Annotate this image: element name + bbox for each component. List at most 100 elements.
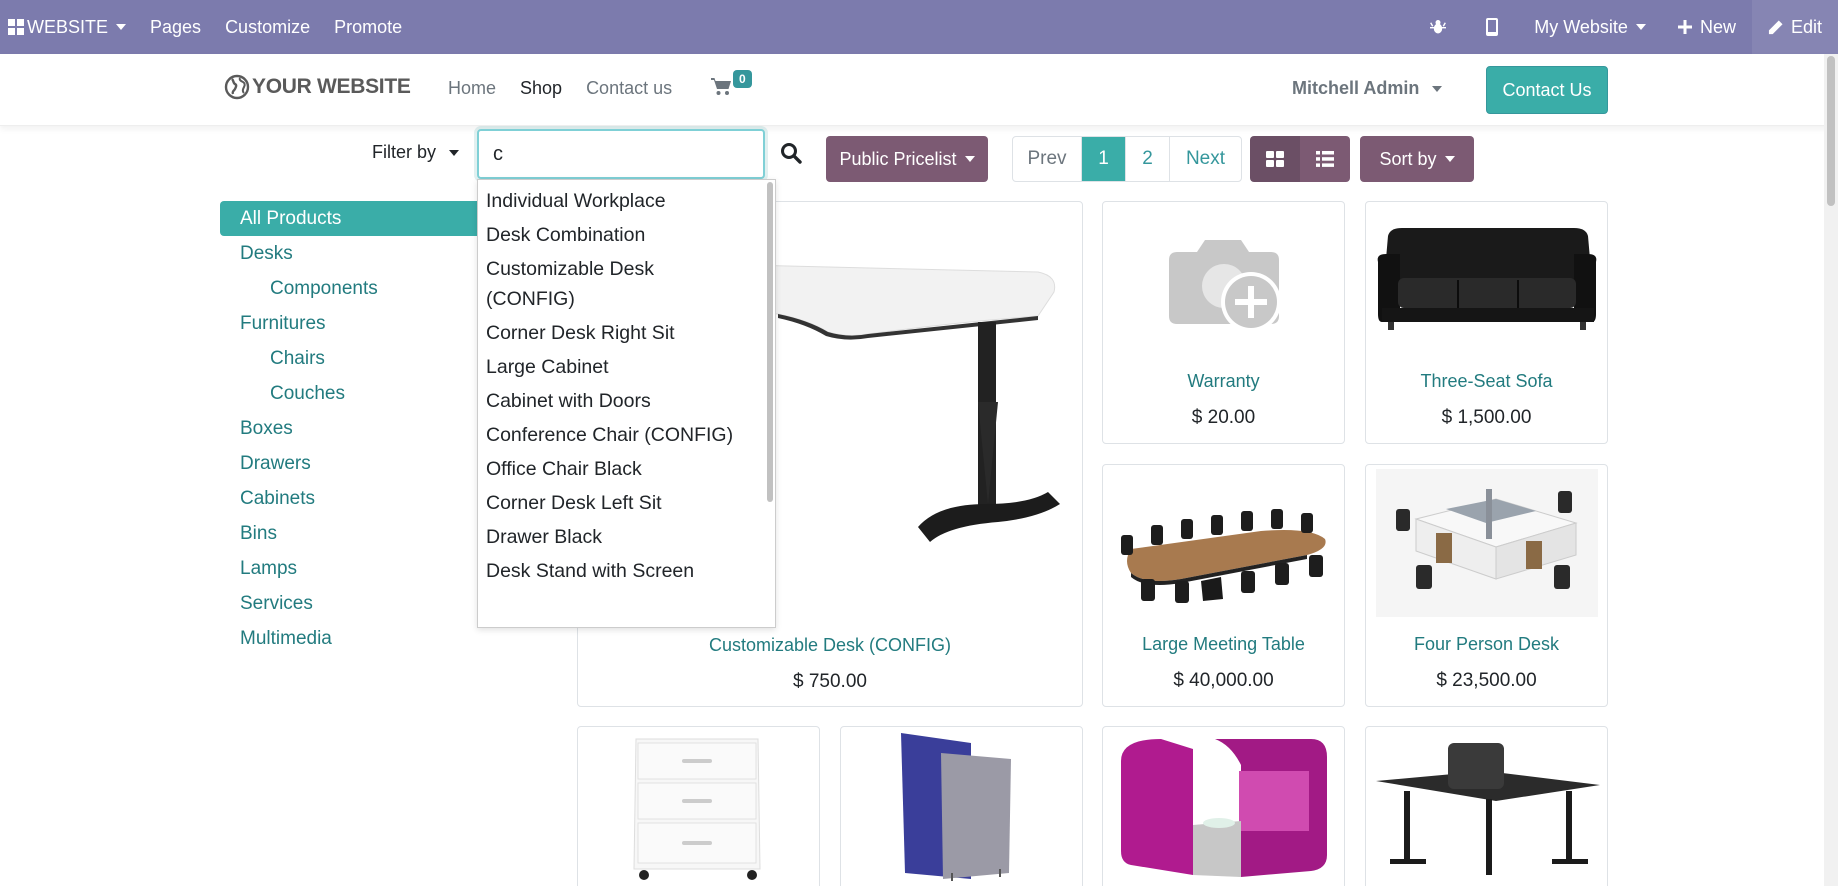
category-item[interactable]: Services [220, 586, 480, 621]
product-card[interactable]: Large Meeting Table $ 40,000.00 [1102, 464, 1345, 707]
autocomplete-option[interactable]: Corner Desk Right Sit [478, 316, 775, 350]
product-image [1376, 469, 1598, 617]
admin-bar: WEBSITE Pages Customize Promote My Websi… [0, 0, 1838, 54]
menu-customize[interactable]: Customize [213, 0, 322, 54]
nav-contact-us[interactable]: Contact us [586, 78, 672, 99]
product-image [1376, 743, 1600, 875]
autocomplete-option[interactable]: Customizable Desk (CONFIG) [478, 252, 678, 316]
page-scrollbar[interactable] [1824, 54, 1838, 886]
apps-menu-label: WEBSITE [27, 16, 109, 37]
autocomplete-option[interactable]: Conference Chair (CONFIG) [478, 418, 775, 452]
category-item[interactable]: Desks [220, 236, 480, 271]
autocomplete-option[interactable]: Drawer Black [478, 520, 775, 554]
mobile-preview-button[interactable] [1466, 0, 1518, 54]
category-item[interactable]: Drawers [220, 446, 480, 481]
product-price: $ 40,000.00 [1173, 670, 1274, 691]
pager-page-2[interactable]: 2 [1126, 137, 1170, 181]
product-search-input[interactable] [477, 129, 765, 179]
grid-icon [1266, 151, 1284, 167]
chevron-down-icon [1432, 86, 1443, 93]
edit-button[interactable]: Edit [1751, 0, 1838, 54]
globe-icon [224, 74, 250, 100]
new-button[interactable]: New [1662, 0, 1752, 54]
pencil-icon [1768, 19, 1783, 34]
filter-by-label: Filter by [372, 142, 437, 162]
product-name[interactable]: Large Meeting Table [1103, 634, 1344, 655]
product-image [901, 733, 1011, 881]
search-button[interactable] [780, 142, 804, 166]
product-name[interactable]: Three-Seat Sofa [1366, 371, 1607, 392]
product-card[interactable] [577, 726, 820, 886]
autocomplete-option[interactable]: Desk Combination [478, 218, 775, 252]
category-sidebar: All Products Desks Components Furnitures Cha… [220, 201, 480, 656]
filter-by-dropdown[interactable]: Filter by [372, 142, 460, 163]
category-item[interactable]: Components [220, 271, 480, 306]
bug-icon [1430, 20, 1447, 34]
autocomplete-option[interactable]: Office Chair Black [478, 452, 775, 486]
autocomplete-option[interactable]: Cabinet with Doors [478, 384, 775, 418]
mobile-icon [1486, 18, 1499, 36]
website-selector[interactable]: My Website [1518, 0, 1662, 54]
pricelist-dropdown[interactable]: Public Pricelist [826, 136, 988, 182]
product-card[interactable]: Four Person Desk $ 23,500.00 [1365, 464, 1608, 707]
category-item[interactable]: Lamps [220, 551, 480, 586]
product-price: $ 1,500.00 [1441, 407, 1532, 428]
chevron-down-icon [964, 156, 975, 162]
search-autocomplete-dropdown: Individual Workplace Desk Combination Cust… [477, 179, 776, 628]
apps-menu[interactable]: WEBSITE [0, 0, 138, 54]
autocomplete-option[interactable]: Desk Stand with Screen [478, 554, 775, 588]
autocomplete-option[interactable]: Individual Workplace [478, 184, 775, 218]
product-price: $ 20.00 [1191, 407, 1256, 428]
category-item[interactable]: Couches [220, 376, 480, 411]
product-name[interactable]: Warranty [1103, 371, 1344, 392]
category-item[interactable]: Furnitures [220, 306, 480, 341]
new-label: New [1699, 16, 1736, 37]
user-menu[interactable]: Mitchell Admin [1292, 78, 1443, 99]
pager-prev[interactable]: Prev [1013, 137, 1082, 181]
list-icon [1316, 151, 1334, 167]
cart-count-badge: 0 [733, 70, 752, 88]
apps-grid-icon [8, 19, 24, 35]
autocomplete-option[interactable]: Corner Desk Left Sit [478, 486, 775, 520]
nav-home[interactable]: Home [448, 78, 496, 99]
product-card[interactable]: Three-Seat Sofa $ 1,500.00 [1365, 201, 1608, 444]
pager: Prev 1 2 Next [1012, 136, 1242, 182]
contact-us-button[interactable]: Contact Us [1486, 66, 1608, 114]
chevron-down-icon [116, 24, 127, 30]
category-item[interactable]: Boxes [220, 411, 480, 446]
autocomplete-option[interactable]: Large Cabinet [478, 350, 775, 384]
cart-link[interactable]: 0 [711, 70, 752, 101]
menu-promote[interactable]: Promote [322, 0, 414, 54]
dropdown-scrollbar[interactable] [767, 182, 773, 502]
category-item[interactable]: Multimedia [220, 621, 480, 656]
chevron-down-icon [449, 150, 460, 157]
list-view-button[interactable] [1300, 136, 1350, 182]
product-card[interactable] [840, 726, 1083, 886]
sort-by-dropdown[interactable]: Sort by [1360, 136, 1474, 182]
product-card[interactable] [1102, 726, 1345, 886]
logo-text: YOUR WEBSITE [252, 75, 411, 98]
category-item[interactable]: Cabinets [220, 481, 480, 516]
product-name[interactable]: Customizable Desk (CONFIG) [578, 635, 1082, 656]
nav-shop[interactable]: Shop [520, 78, 562, 99]
edit-label: Edit [1790, 16, 1822, 37]
menu-pages[interactable]: Pages [138, 0, 213, 54]
pager-page-1[interactable]: 1 [1082, 137, 1126, 181]
add-photo-icon [1169, 240, 1281, 332]
category-item[interactable]: All Products [220, 201, 480, 236]
debug-button[interactable] [1410, 0, 1466, 54]
plus-icon [1677, 20, 1692, 34]
layout-toggle [1250, 136, 1350, 182]
site-logo[interactable]: YOUR WEBSITE [224, 74, 411, 100]
category-item[interactable]: Chairs [220, 341, 480, 376]
product-price: $ 750.00 [793, 671, 867, 692]
pricelist-label: Public Pricelist [839, 148, 957, 169]
category-item[interactable]: Bins [220, 516, 480, 551]
pager-next[interactable]: Next [1170, 137, 1241, 181]
product-name[interactable]: Four Person Desk [1366, 634, 1607, 655]
product-card[interactable]: Warranty $ 20.00 [1102, 201, 1345, 444]
grid-view-button[interactable] [1250, 136, 1300, 182]
shopping-cart-icon [711, 78, 731, 95]
page-scrollbar-thumb[interactable] [1827, 56, 1835, 206]
product-card[interactable] [1365, 726, 1608, 886]
